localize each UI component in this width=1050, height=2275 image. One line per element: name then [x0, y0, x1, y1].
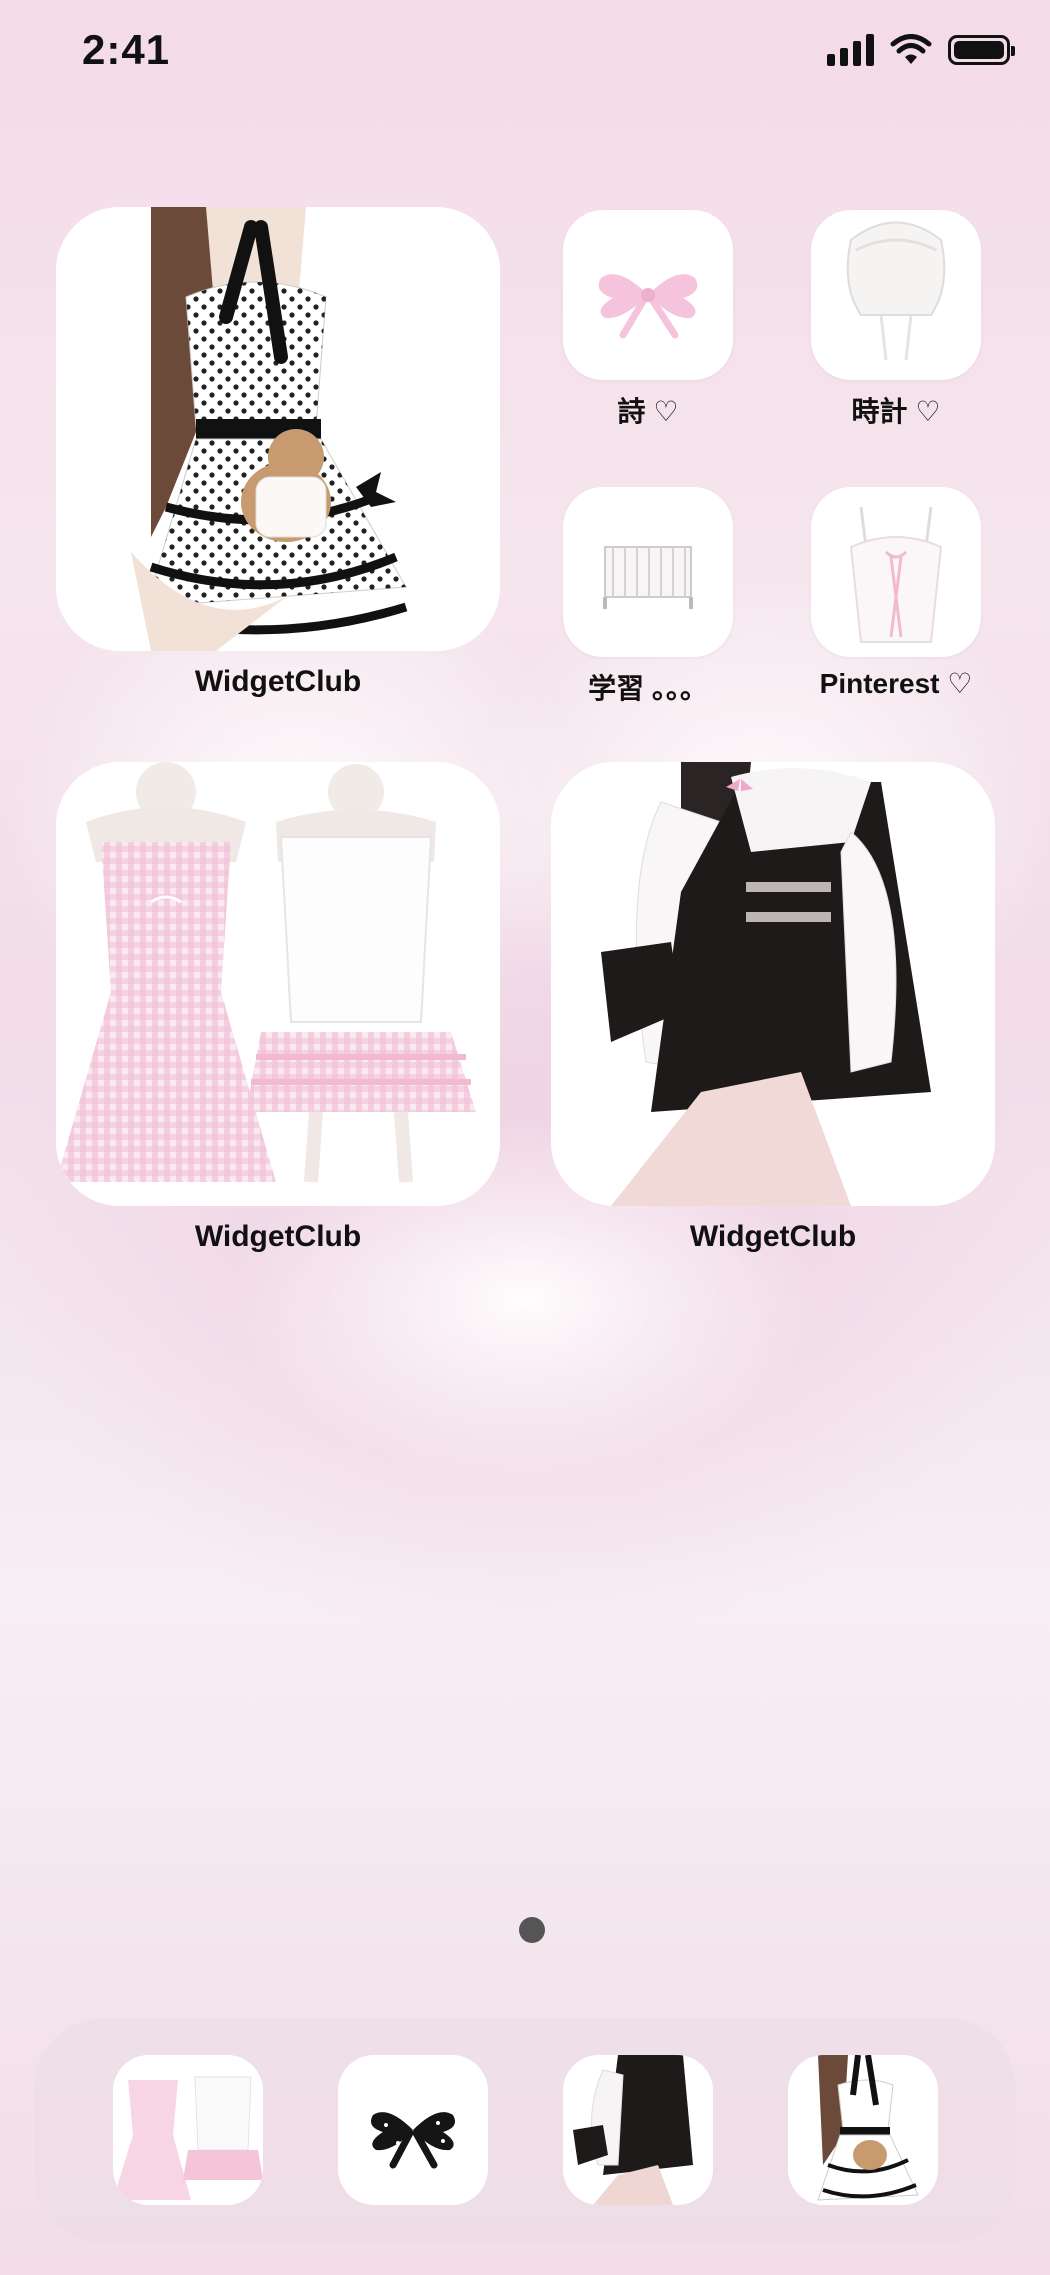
corset-icon: [849, 506, 943, 643]
widget-polka-dress[interactable]: [56, 207, 500, 651]
gingham-thumbnail-icon: [113, 2055, 263, 2205]
polka-dress-photo: [56, 207, 500, 651]
gingham-dresses-photo: [56, 762, 500, 1206]
black-bow-icon: [370, 2112, 456, 2169]
battery-icon: [948, 35, 1015, 65]
app-icon-clock[interactable]: [811, 210, 981, 380]
pink-bow-icon: [598, 274, 698, 339]
app-label: 学習 。。。: [588, 673, 708, 704]
black-dress-photo: [551, 762, 995, 1206]
app-icon-study[interactable]: [563, 487, 733, 657]
widget-label: WidgetClub: [689, 1220, 857, 1253]
widget-gingham-dresses[interactable]: [56, 762, 500, 1206]
dock-icon-gingham[interactable]: [113, 2055, 263, 2205]
widget-label: WidgetClub: [194, 1220, 362, 1253]
app-label: 時計 ♡: [851, 396, 941, 427]
wifi-icon: [890, 34, 932, 66]
page-indicator-dot[interactable]: [519, 1917, 545, 1943]
dock-icon-black-dress[interactable]: [563, 2055, 713, 2205]
polka-dress-thumbnail-icon: [788, 2055, 938, 2205]
status-bar: 2:41: [0, 0, 1050, 110]
status-time: 2:41: [82, 26, 171, 73]
black-dress-thumbnail-icon: [563, 2055, 713, 2205]
app-icon-poem[interactable]: [563, 210, 733, 380]
dock-icon-bow[interactable]: [338, 2055, 488, 2205]
bonnet-icon: [846, 221, 946, 361]
app-label: 詩 ♡: [617, 396, 679, 427]
widget-label: WidgetClub: [194, 665, 362, 698]
widget-black-dress[interactable]: [551, 762, 995, 1206]
app-icon-pinterest[interactable]: [811, 487, 981, 657]
app-label: Pinterest ♡: [819, 668, 973, 699]
dock-icon-polka-dress[interactable]: [788, 2055, 938, 2205]
cellular-signal-icon: [827, 34, 874, 66]
crib-icon: [603, 546, 693, 609]
status-icons: [827, 34, 1015, 66]
